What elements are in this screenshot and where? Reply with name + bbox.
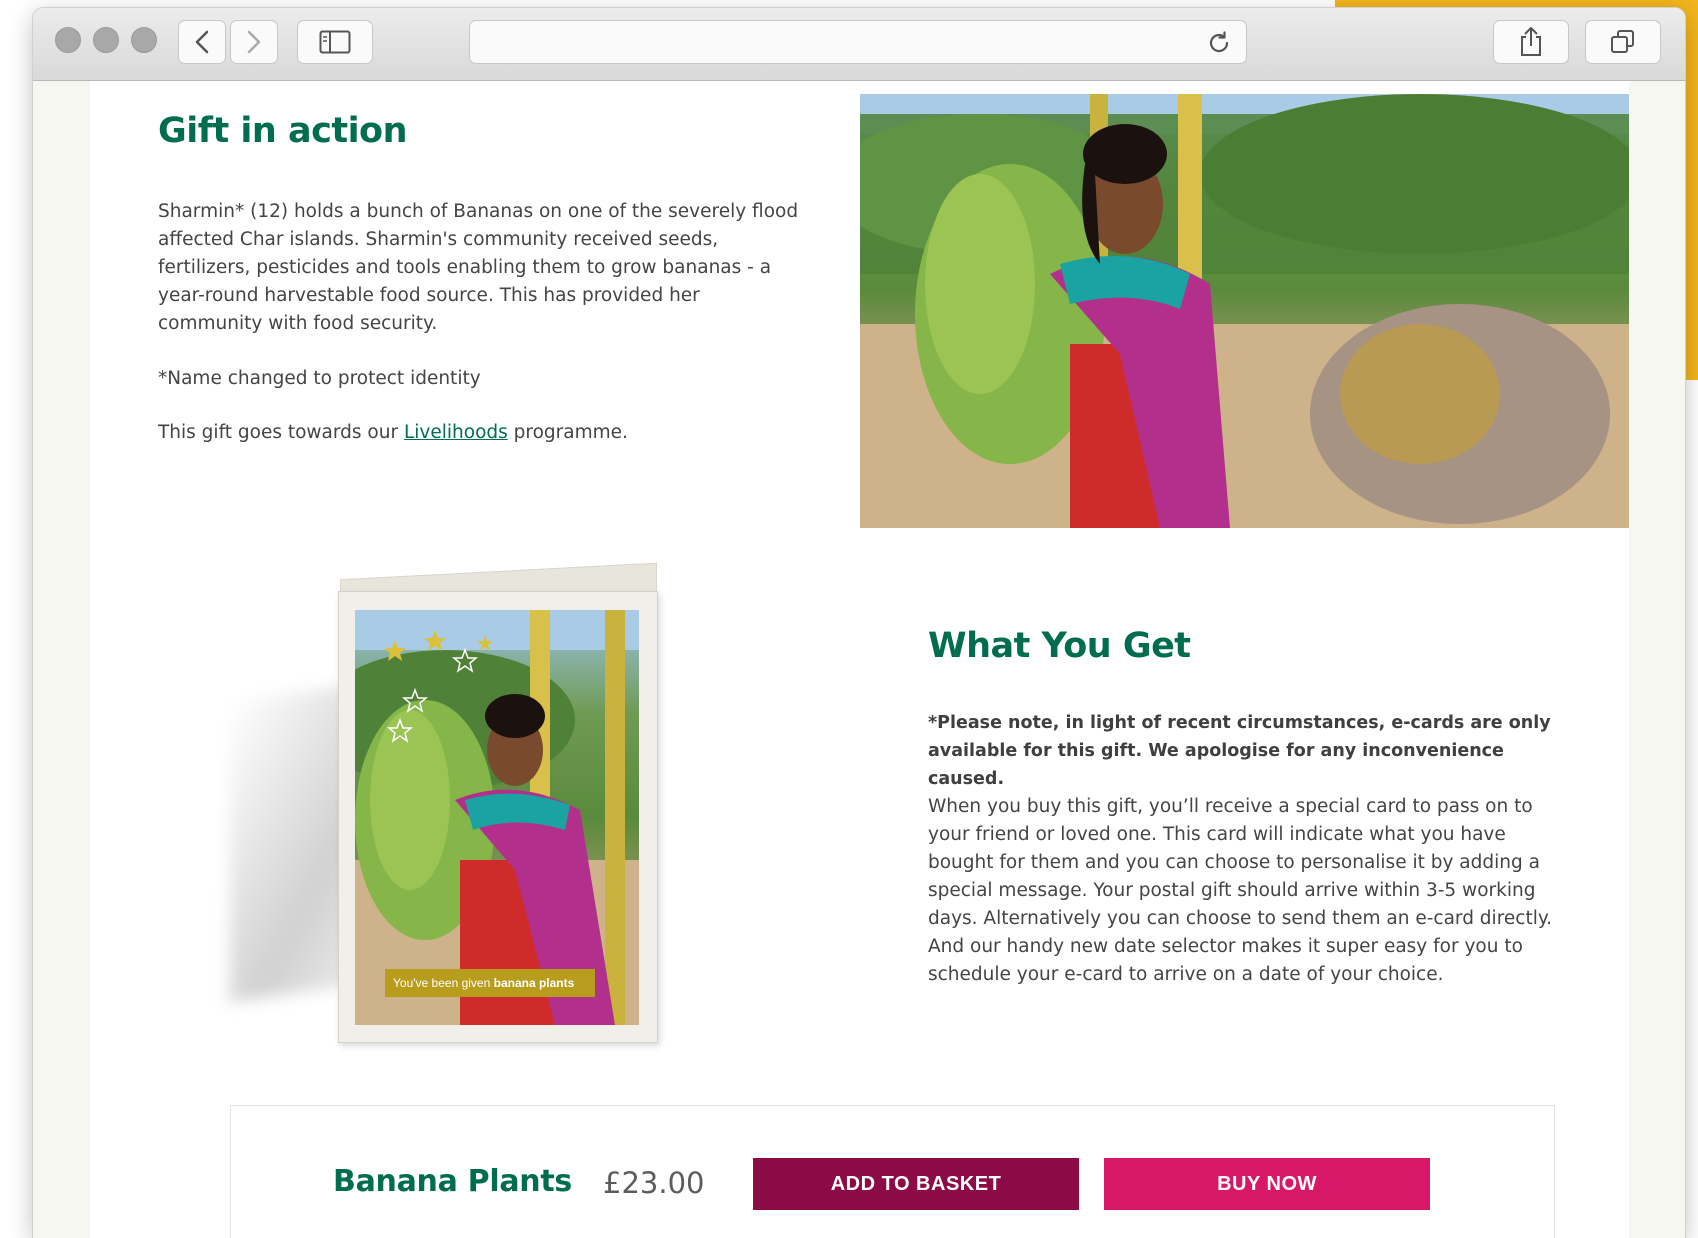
add-to-basket-button[interactable]: ADD TO BASKET bbox=[753, 1158, 1079, 1210]
programme-prefix: This gift goes towards our bbox=[158, 422, 404, 443]
card-front: You've been given banana plants bbox=[338, 591, 658, 1043]
purchase-panel: Banana Plants £23.00 ADD TO BASKET BUY N… bbox=[230, 1105, 1555, 1238]
address-bar[interactable] bbox=[469, 20, 1247, 64]
card-caption-prefix: You've been given bbox=[393, 976, 494, 990]
card-caption: You've been given banana plants bbox=[385, 969, 595, 997]
girl-with-bananas-image bbox=[860, 94, 1629, 528]
gift-photo bbox=[860, 94, 1629, 528]
livelihoods-link[interactable]: Livelihoods bbox=[404, 422, 508, 443]
forward-button[interactable] bbox=[230, 20, 278, 64]
reload-icon[interactable] bbox=[1206, 30, 1232, 56]
what-you-get-heading: What You Get bbox=[928, 626, 1191, 666]
chevron-right-icon bbox=[247, 30, 261, 54]
ecard-notice: *Please note, in light of recent circums… bbox=[928, 713, 1551, 789]
back-button[interactable] bbox=[178, 20, 226, 64]
sidebar-icon bbox=[319, 30, 351, 54]
browser-toolbar bbox=[33, 8, 1685, 81]
zoom-window-button[interactable] bbox=[131, 27, 157, 53]
browser-window: Gift in action Sharmin* (12) holds a bun… bbox=[33, 8, 1685, 1238]
tabs-icon bbox=[1611, 30, 1634, 53]
gift-in-action-paragraph: Sharmin* (12) holds a bunch of Bananas o… bbox=[158, 201, 799, 334]
page-content: Gift in action Sharmin* (12) holds a bun… bbox=[90, 81, 1629, 1238]
card-caption-bold: banana plants bbox=[493, 976, 575, 990]
share-icon bbox=[1521, 27, 1541, 56]
close-window-button[interactable] bbox=[55, 27, 81, 53]
gift-card-preview: You've been given banana plants bbox=[210, 551, 670, 1051]
product-name: Banana Plants bbox=[333, 1164, 572, 1199]
chevron-left-icon bbox=[195, 30, 209, 54]
programme-line: This gift goes towards our Livelihoods p… bbox=[158, 419, 808, 447]
product-price: £23.00 bbox=[603, 1166, 705, 1200]
tabs-overview-button[interactable] bbox=[1585, 20, 1661, 64]
what-you-get-paragraph: When you buy this gift, you’ll receive a… bbox=[928, 796, 1553, 985]
gift-in-action-heading: Gift in action bbox=[158, 111, 408, 151]
card-photo: You've been given banana plants bbox=[355, 610, 639, 1025]
share-button[interactable] bbox=[1493, 20, 1569, 64]
buy-now-button[interactable]: BUY NOW bbox=[1104, 1158, 1430, 1210]
minimize-window-button[interactable] bbox=[93, 27, 119, 53]
programme-suffix: programme. bbox=[507, 422, 628, 443]
card-image bbox=[355, 610, 639, 1025]
identity-note: *Name changed to protect identity bbox=[158, 368, 481, 389]
sidebar-toggle-button[interactable] bbox=[297, 20, 373, 64]
